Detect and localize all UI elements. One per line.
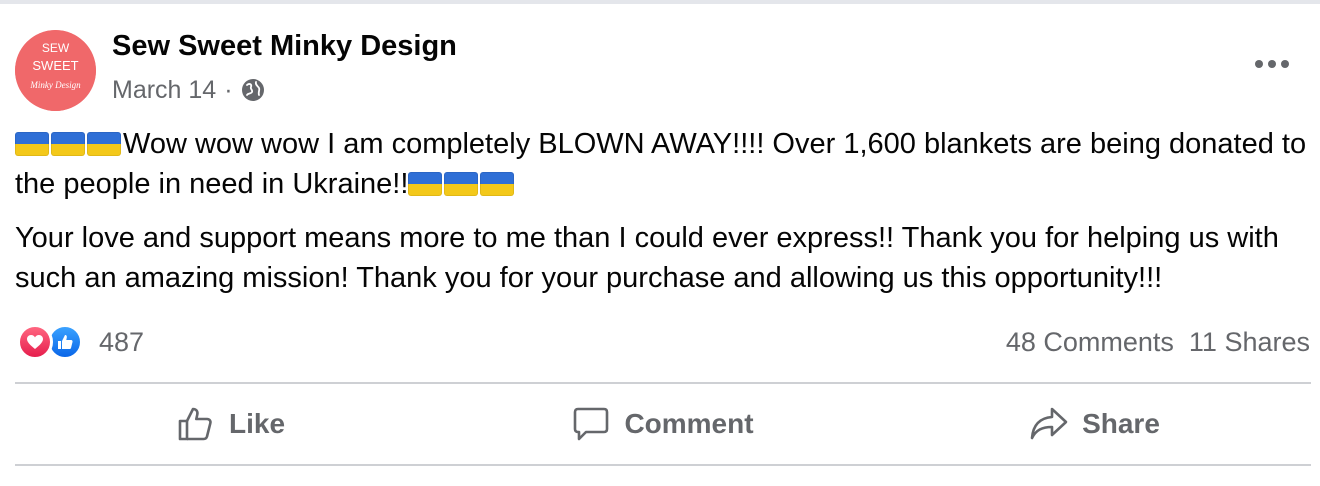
globe-icon[interactable] [241,78,265,102]
action-bar: Like Comment Share [15,384,1311,464]
love-icon [17,324,53,360]
avatar-text-line3: Minky Design [29,80,81,90]
post-paragraph-2: Your love and support means more to me t… [15,222,1279,294]
ukraine-flag-icon [15,132,49,156]
avatar-logo: SEW SWEET Minky Design [15,30,96,111]
comment-button[interactable]: Comment [447,384,879,464]
post-meta: March 14 · [112,74,265,106]
ukraine-flag-icon [480,172,515,196]
post-paragraph-1-text: Wow wow wow I am completely BLOWN AWAY!!… [15,128,1307,200]
like-label: Like [228,408,286,439]
meta-separator: · [224,75,233,104]
thumbs-up-icon [178,407,212,441]
comments-count-link[interactable]: 48 Comments [1006,327,1174,358]
more-dot [1281,60,1289,68]
comment-icon [574,407,609,441]
ukraine-flag-icon [444,172,479,196]
top-border [0,0,1320,4]
page-name[interactable]: Sew Sweet Minky Design [112,30,457,63]
engagement-counts: 48 Comments 11 Shares [1006,324,1310,360]
reactions-summary[interactable]: 487 [17,324,144,360]
share-button[interactable]: Share [879,384,1311,464]
post-paragraph-1: Wow wow wow I am completely BLOWN AWAY!!… [15,124,1310,204]
share-arrow-icon [1030,407,1068,440]
avatar[interactable]: SEW SWEET Minky Design [15,30,96,111]
avatar-text-line2: SWEET [32,58,78,73]
divider-bottom [15,464,1311,466]
ukraine-flag-icon [408,172,443,196]
more-dot [1255,60,1263,68]
ukraine-flag-icon [51,132,85,156]
more-options-icon[interactable] [1252,52,1292,76]
ukraine-flag-icon [87,132,121,156]
shares-count-link[interactable]: 11 Shares [1189,327,1310,358]
more-dot [1268,60,1276,68]
share-label: Share [1082,408,1160,439]
avatar-text-line1: SEW [42,41,70,55]
post-date[interactable]: March 14 [112,76,216,105]
comment-label: Comment [624,408,754,439]
reactions-count: 487 [99,326,145,357]
like-button[interactable]: Like [15,384,447,464]
post-text: Wow wow wow I am completely BLOWN AWAY!!… [15,124,1310,298]
